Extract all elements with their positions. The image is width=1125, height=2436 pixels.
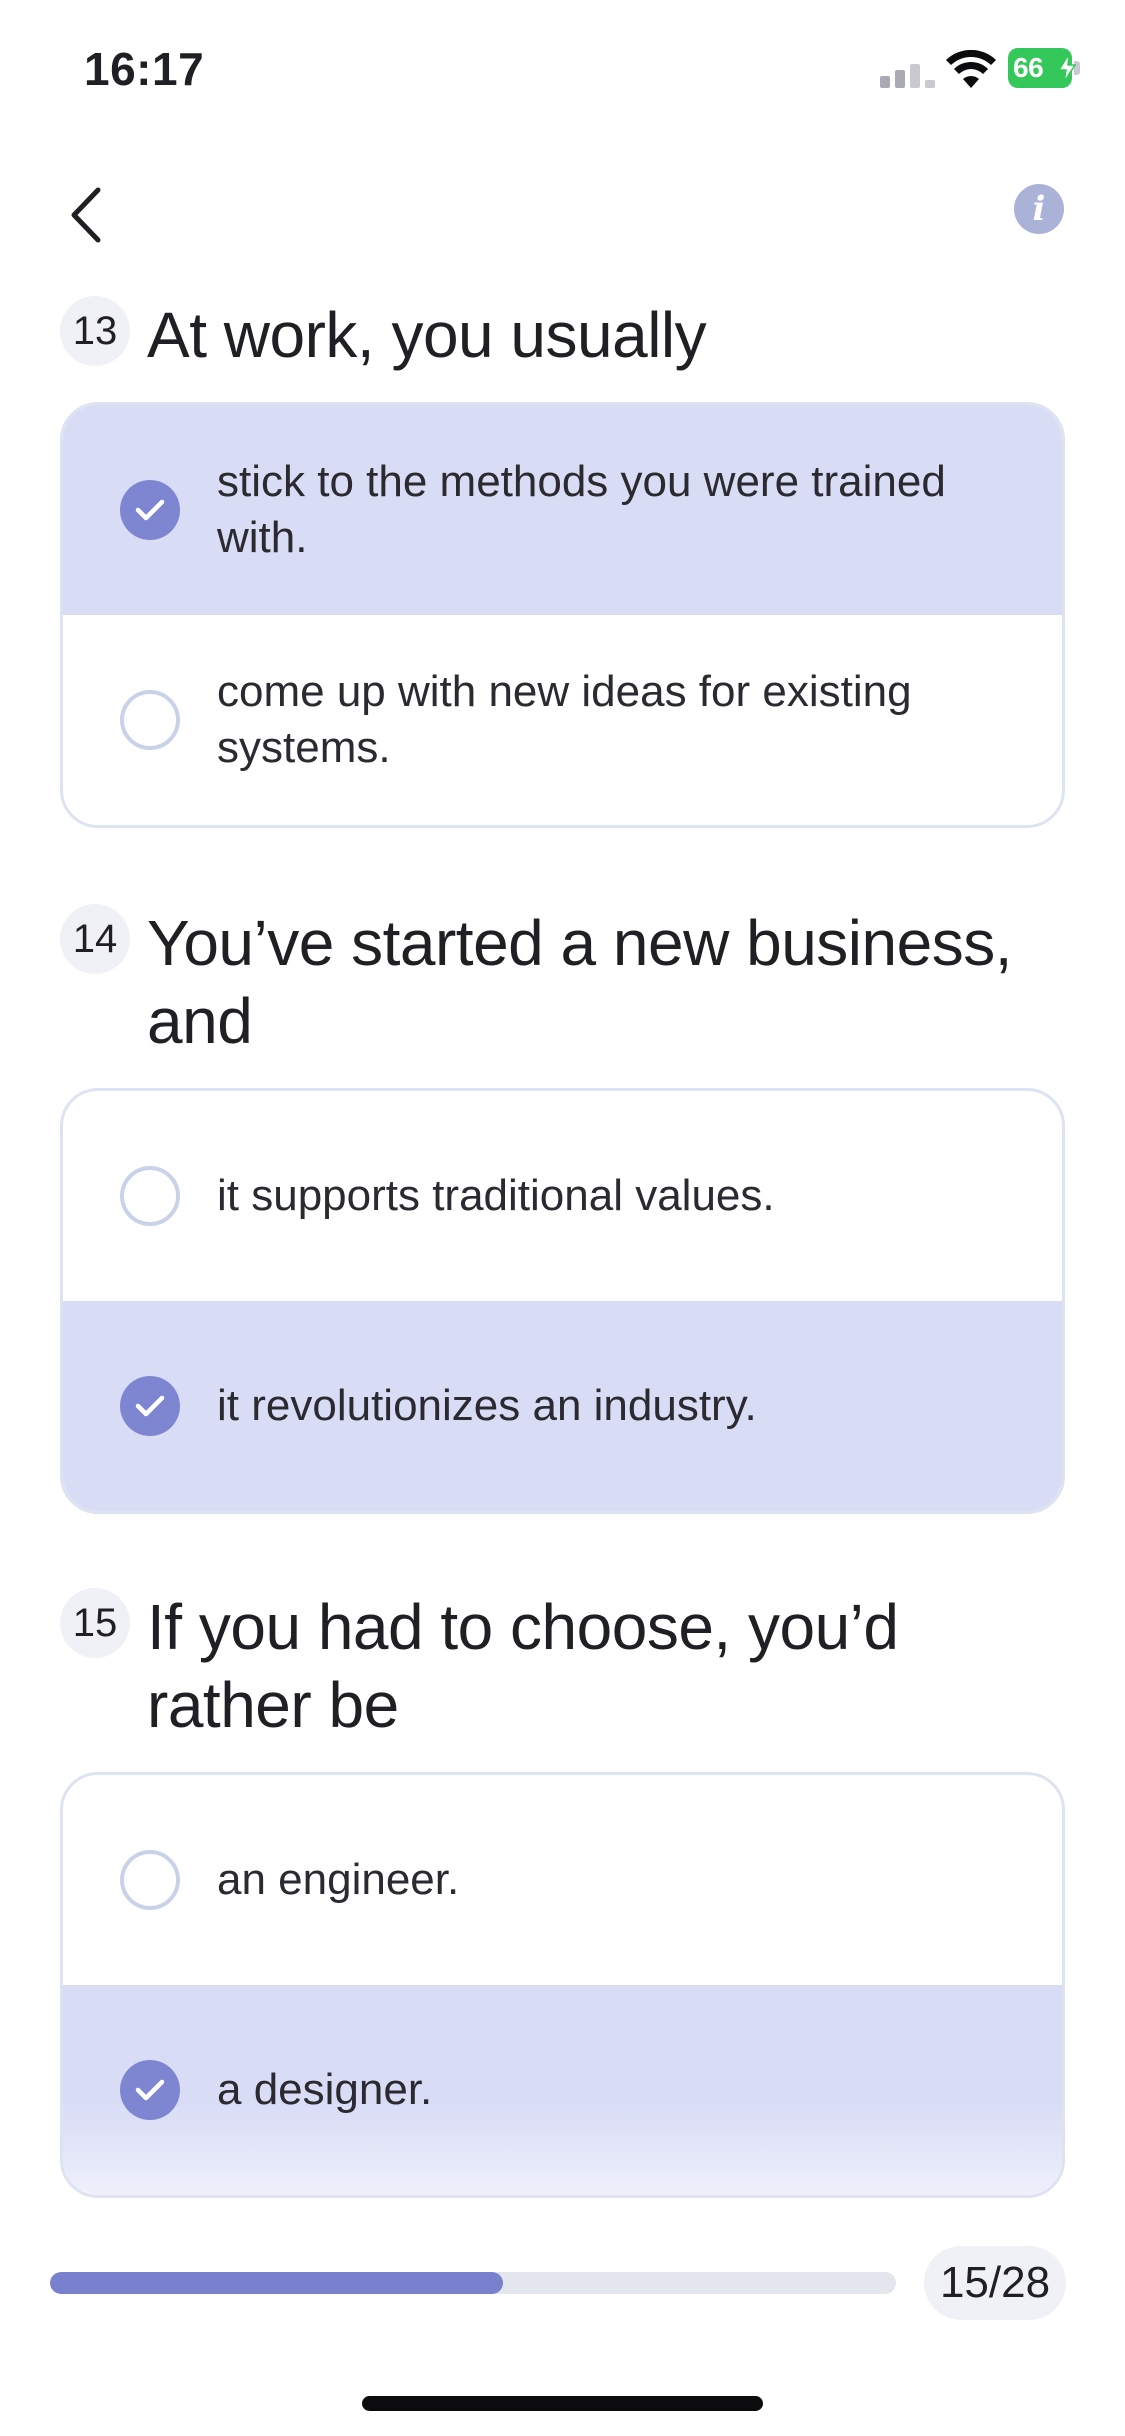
progress-fill <box>50 2272 504 2294</box>
radio-unchecked[interactable] <box>120 1850 180 1910</box>
question-title: If you had to choose, you’d rather be <box>147 1591 899 1741</box>
radio-checked[interactable] <box>120 2060 180 2120</box>
status-time: 16:17 <box>84 43 205 95</box>
status-bar: 16:17 66 <box>0 0 1125 140</box>
wifi-icon <box>946 50 996 88</box>
battery-level: 66 <box>1013 52 1044 83</box>
question-14: 14 You’ve started a new business, and it… <box>60 904 1065 1514</box>
option-label: an engineer. <box>217 1855 460 1904</box>
question-13: 13 At work, you usually stick to the met… <box>60 296 1065 828</box>
chevron-left-icon <box>71 187 101 243</box>
checkmark-icon <box>135 2079 165 2101</box>
question-number: 14 <box>60 904 130 974</box>
question-title: At work, you usually <box>147 299 707 371</box>
progress-counter: 15/28 <box>924 2246 1066 2320</box>
question-header: 14 You’ve started a new business, and <box>60 904 1065 1060</box>
progress-bar <box>50 2272 896 2294</box>
battery-icon: 66 <box>1008 48 1080 88</box>
options-group: it supports traditional values. it revol… <box>60 1088 1065 1514</box>
option-label: a designer. <box>217 2065 433 2114</box>
home-indicator[interactable] <box>362 2396 763 2411</box>
question-number: 13 <box>60 296 130 366</box>
radio-unchecked[interactable] <box>120 690 180 750</box>
option-1[interactable]: it supports traditional values. <box>63 1091 1062 1301</box>
question-header: 13 At work, you usually <box>60 296 1065 374</box>
question-15: 15 If you had to choose, you’d rather be… <box>60 1588 1065 2198</box>
question-number: 15 <box>60 1588 130 1658</box>
info-button[interactable]: i <box>1014 184 1064 234</box>
question-title: You’ve started a new business, and <box>147 907 1012 1057</box>
option-label: it supports traditional values. <box>217 1171 775 1220</box>
option-2[interactable]: a designer. <box>63 1985 1062 2195</box>
option-1[interactable]: stick to the methods you were trained wi… <box>63 405 1062 615</box>
option-label: stick to the methods you were trained wi… <box>217 457 946 562</box>
radio-checked[interactable] <box>120 1376 180 1436</box>
checkmark-icon <box>135 499 165 521</box>
options-group: an engineer. a designer. <box>60 1772 1065 2198</box>
radio-unchecked[interactable] <box>120 1166 180 1226</box>
charging-bolt-icon <box>1058 54 1076 82</box>
radio-checked[interactable] <box>120 480 180 540</box>
quiz-screen: 16:17 66 i 13 At work, you usually stick… <box>0 0 1125 2436</box>
checkmark-icon <box>135 1395 165 1417</box>
option-label: it revolutionizes an industry. <box>217 1381 757 1430</box>
option-2[interactable]: come up with new ideas for existing syst… <box>63 615 1062 825</box>
options-group: stick to the methods you were trained wi… <box>60 402 1065 828</box>
option-2[interactable]: it revolutionizes an industry. <box>63 1301 1062 1511</box>
info-icon: i <box>1032 189 1046 229</box>
option-1[interactable]: an engineer. <box>63 1775 1062 1985</box>
question-header: 15 If you had to choose, you’d rather be <box>60 1588 1065 1744</box>
cellular-signal-icon <box>880 58 936 88</box>
back-button[interactable] <box>56 180 126 250</box>
option-label: come up with new ideas for existing syst… <box>217 667 912 772</box>
